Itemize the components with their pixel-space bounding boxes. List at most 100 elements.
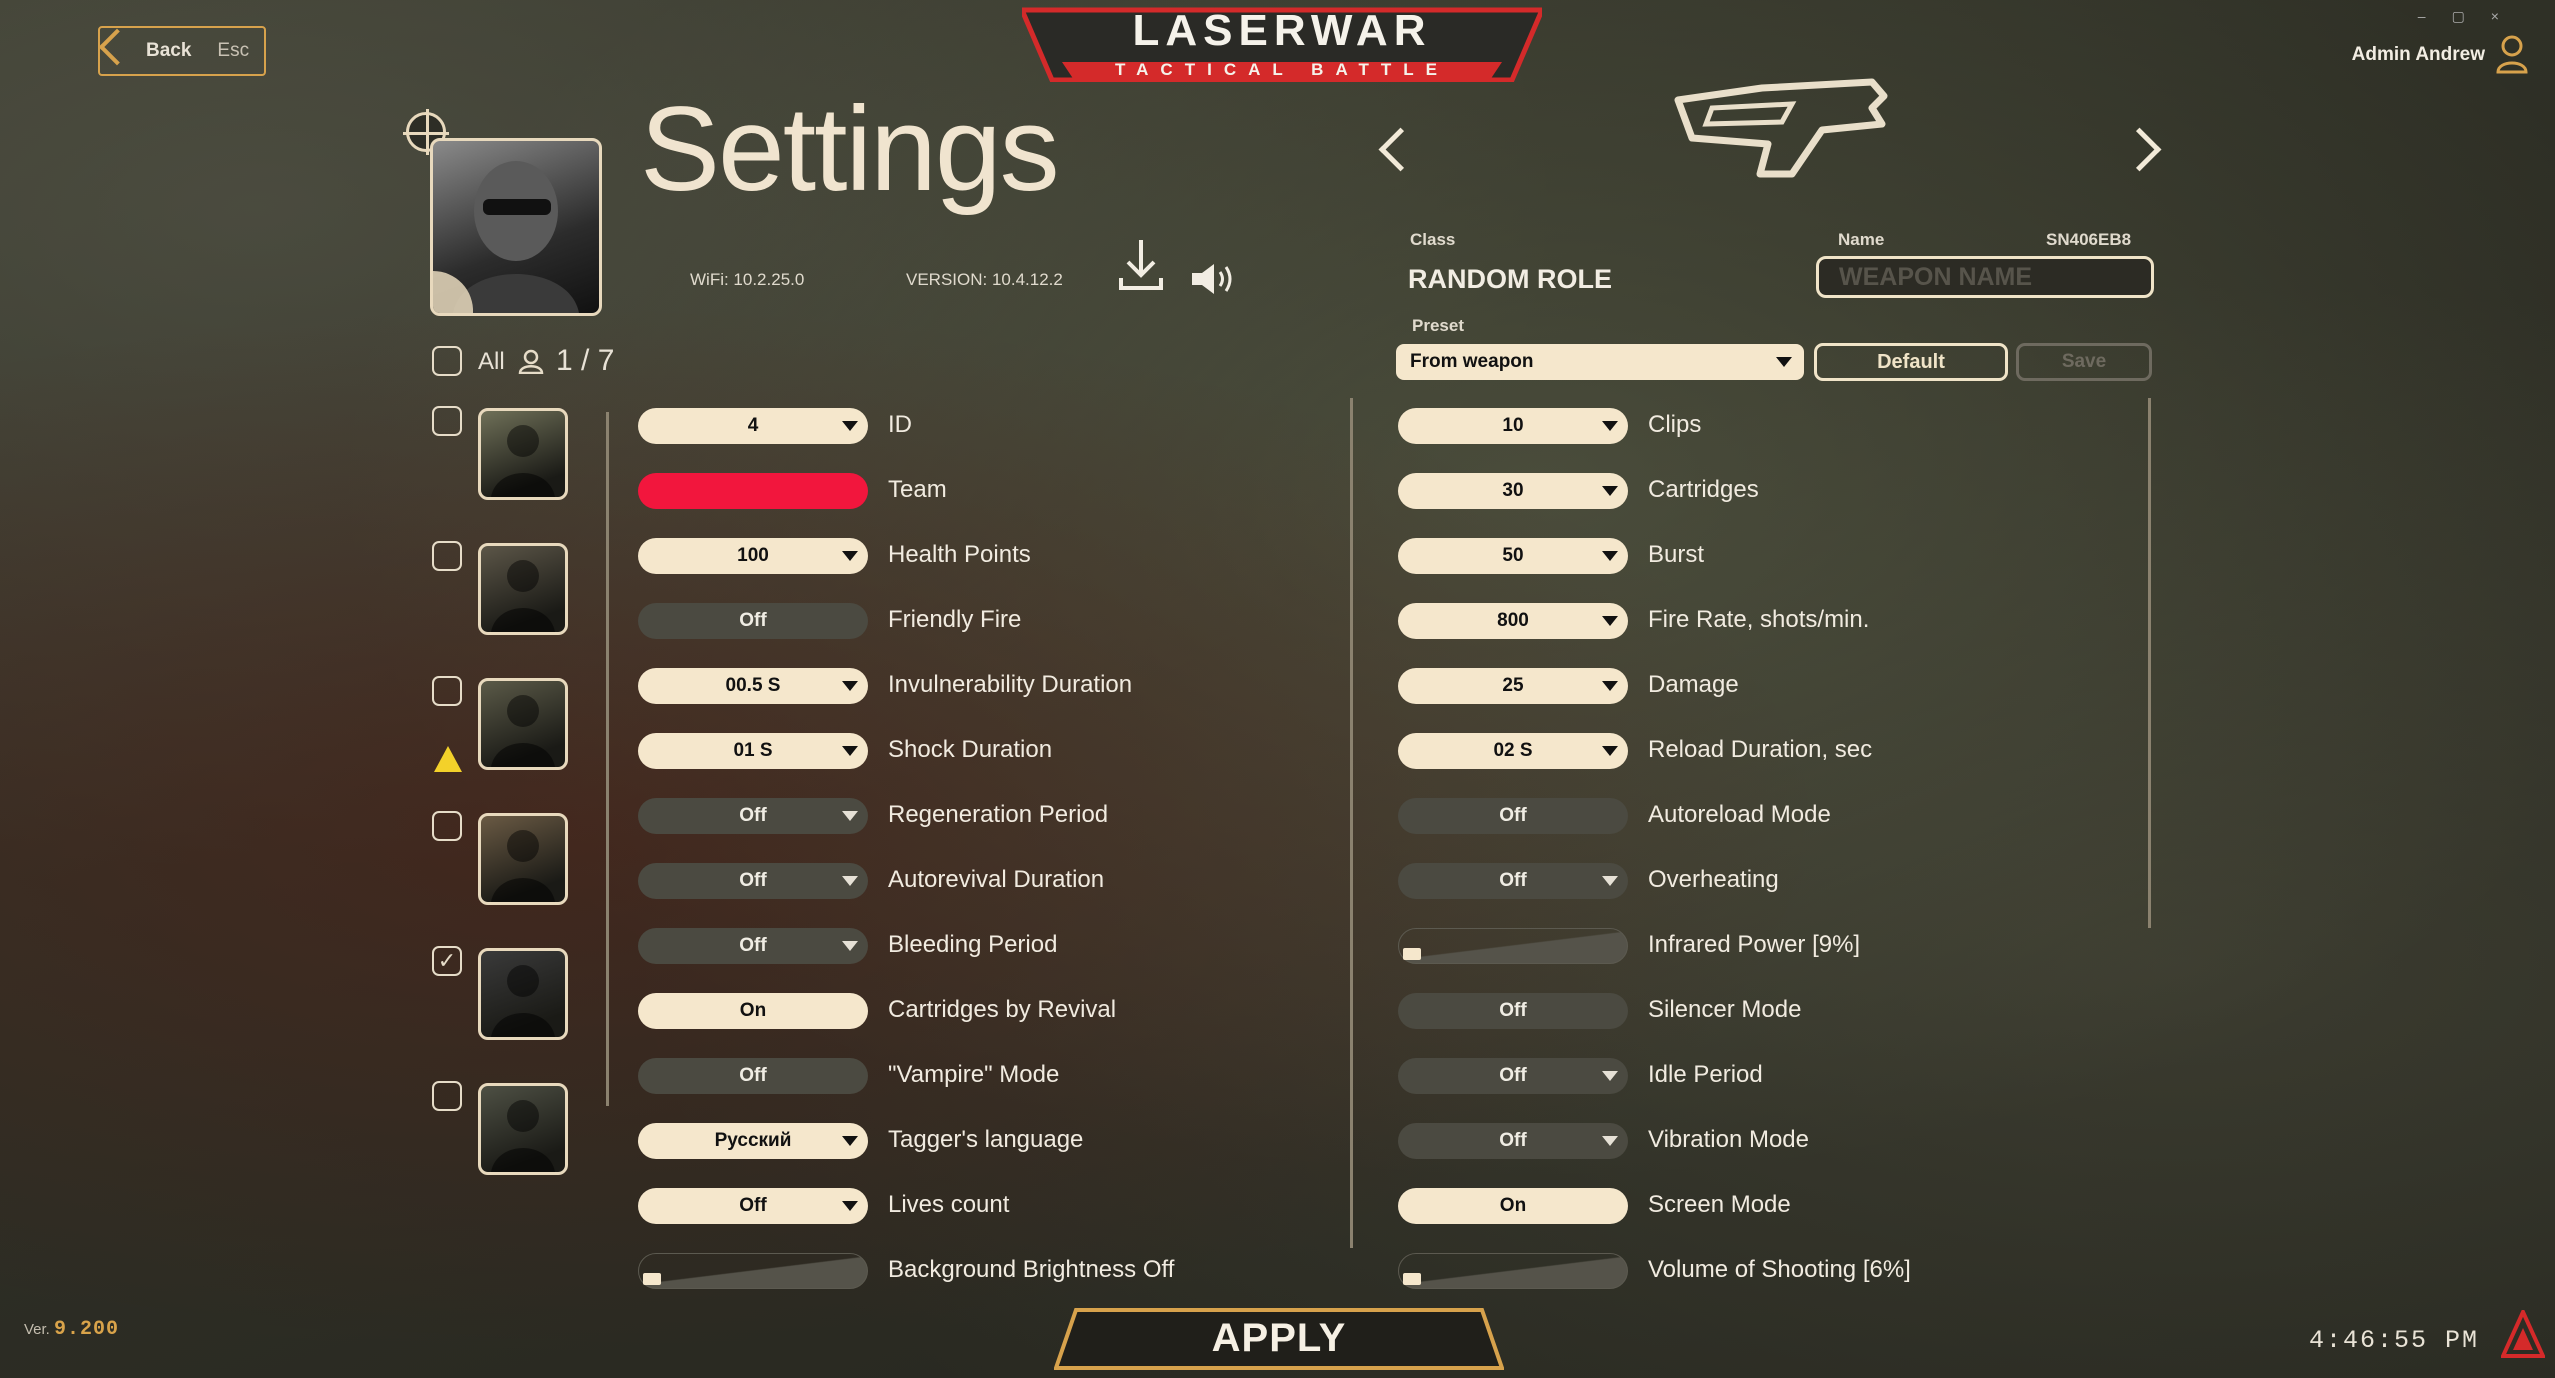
weapon-setting-label: Infrared Power [9%] <box>1648 931 1861 958</box>
apply-button[interactable]: APPLY <box>1054 1308 1504 1370</box>
player-setting-control[interactable]: Off <box>638 863 868 899</box>
window-controls[interactable]: –▢× <box>2418 8 2525 25</box>
player-checkbox[interactable]: ✓ <box>432 946 462 976</box>
player-setting-label: Cartridges by Revival <box>888 996 1117 1023</box>
chevron-down-icon <box>1602 551 1618 561</box>
player-setting-control[interactable] <box>638 1253 868 1289</box>
chevron-down-icon <box>1602 486 1618 496</box>
player-setting-label: Regeneration Period <box>888 801 1109 828</box>
weapon-setting-control[interactable]: On <box>1398 1188 1628 1224</box>
select-all-label: All <box>478 348 505 375</box>
prev-weapon-arrow[interactable] <box>1378 127 1423 172</box>
weapon-setting-control[interactable]: Off <box>1398 863 1628 899</box>
weapon-setting-control[interactable]: Off <box>1398 993 1628 1029</box>
avatar[interactable] <box>430 138 602 316</box>
chevron-down-icon <box>1602 681 1618 691</box>
player-setting-control[interactable]: 01 S <box>638 733 868 769</box>
weapon-setting-control[interactable]: Off <box>1398 1123 1628 1159</box>
player-setting-control[interactable]: On <box>638 993 868 1029</box>
player-setting-label: Invulnerability Duration <box>888 671 1133 698</box>
weapon-setting-value: 800 <box>1497 610 1529 631</box>
player-setting-label: Shock Duration <box>888 736 1053 763</box>
chevron-down-icon <box>1602 746 1618 756</box>
player-setting-control[interactable] <box>638 473 868 509</box>
weapon-setting-label: Reload Duration, sec <box>1648 736 1873 763</box>
weapon-setting-label: Cartridges <box>1648 476 1759 503</box>
player-setting-value: Off <box>739 1195 767 1216</box>
weapon-setting-label: Autoreload Mode <box>1648 801 1831 828</box>
weapon-setting-value: 02 S <box>1493 740 1533 761</box>
player-avatar[interactable] <box>478 408 568 500</box>
player-avatar[interactable] <box>478 678 568 770</box>
player-setting-label: Team <box>888 476 947 503</box>
weapon-setting-value: Off <box>1499 1065 1527 1086</box>
player-setting-label: Autorevival Duration <box>888 866 1105 893</box>
player-avatar[interactable] <box>478 543 568 635</box>
player-checkbox[interactable] <box>432 676 462 706</box>
next-weapon-arrow[interactable] <box>2117 127 2162 172</box>
weapon-setting-control[interactable] <box>1398 928 1628 964</box>
chevron-down-icon <box>842 941 858 951</box>
weapon-setting-control[interactable]: Off <box>1398 1058 1628 1094</box>
chevron-down-icon <box>842 811 858 821</box>
weapon-setting-control[interactable]: 25 <box>1398 668 1628 704</box>
chevron-down-icon <box>842 1136 858 1146</box>
ver-label: Ver. <box>24 1321 50 1338</box>
player-avatar[interactable] <box>478 813 568 905</box>
chevron-down-icon <box>842 746 858 756</box>
save-button[interactable]: Save <box>2016 343 2152 381</box>
download-icon[interactable] <box>1118 238 1164 292</box>
player-checkbox[interactable] <box>432 811 462 841</box>
speaker-icon[interactable] <box>1190 262 1236 296</box>
user-icon[interactable] <box>2495 34 2529 74</box>
weapon-setting-value: Off <box>1499 1000 1527 1021</box>
weapon-setting-value: On <box>1499 1195 1527 1216</box>
laserwar-logo: LASERWAR TACTICAL BATTLE <box>1022 6 1542 82</box>
weapon-setting-value: Off <box>1499 1130 1527 1151</box>
player-setting-control[interactable]: Off <box>638 603 868 639</box>
player-setting-value: On <box>739 1000 767 1021</box>
player-setting-value: Off <box>739 935 767 956</box>
class-value: RANDOM ROLE <box>1408 264 1612 294</box>
player-setting-label: Friendly Fire <box>888 606 1022 633</box>
weapon-setting-control[interactable]: Off <box>1398 798 1628 834</box>
player-setting-control[interactable]: Off <box>638 1188 868 1224</box>
preset-select[interactable]: From weapon <box>1396 344 1804 380</box>
player-setting-control[interactable]: Русский <box>638 1123 868 1159</box>
preset-label: Preset <box>1412 316 1464 335</box>
player-checkbox[interactable] <box>432 406 462 436</box>
chevron-down-icon <box>842 421 858 431</box>
weapon-setting-control[interactable]: 10 <box>1398 408 1628 444</box>
weapon-setting-label: Damage <box>1648 671 1739 698</box>
player-setting-control[interactable]: Off <box>638 928 868 964</box>
player-setting-control[interactable]: 100 <box>638 538 868 574</box>
chevron-down-icon <box>1602 421 1618 431</box>
weapon-setting-control[interactable] <box>1398 1253 1628 1289</box>
chevron-down-icon <box>842 551 858 561</box>
weapon-setting-control[interactable]: 30 <box>1398 473 1628 509</box>
player-setting-control[interactable]: 00.5 S <box>638 668 868 704</box>
player-setting-control[interactable]: Off <box>638 798 868 834</box>
player-setting-label: "Vampire" Mode <box>888 1061 1060 1088</box>
weapon-name-input[interactable]: WEAPON NAME <box>1816 256 2154 298</box>
select-all-checkbox[interactable] <box>432 346 462 376</box>
player-checkbox[interactable] <box>432 541 462 571</box>
player-avatar[interactable] <box>478 948 568 1040</box>
class-label: Class <box>1410 230 1456 249</box>
player-setting-control[interactable]: Off <box>638 1058 868 1094</box>
player-setting-control[interactable]: 4 <box>638 408 868 444</box>
weapon-setting-label: Volume of Shooting [6%] <box>1648 1256 1911 1283</box>
weapon-setting-value: 10 <box>1502 415 1524 436</box>
scrollbar[interactable] <box>2148 398 2151 928</box>
chevron-down-icon <box>1602 1136 1618 1146</box>
weapon-setting-control[interactable]: 800 <box>1398 603 1628 639</box>
weapon-setting-value: Off <box>1499 870 1527 891</box>
weapon-setting-control[interactable]: 50 <box>1398 538 1628 574</box>
weapon-setting-control[interactable]: 02 S <box>1398 733 1628 769</box>
default-button[interactable]: Default <box>1814 343 2008 381</box>
player-checkbox[interactable] <box>432 1081 462 1111</box>
player-avatar[interactable] <box>478 1083 568 1175</box>
player-setting-value: Off <box>739 870 767 891</box>
player-setting-value: Off <box>739 1065 767 1086</box>
player-setting-value: Off <box>739 805 767 826</box>
